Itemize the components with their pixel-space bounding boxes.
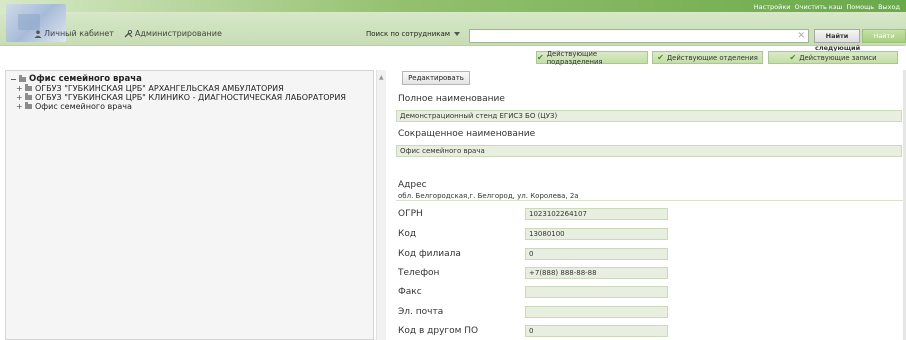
code-label: Код <box>398 229 417 239</box>
tree-node[interactable]: + ОГБУЗ "ГУБКИНСКАЯ ЦРБ" КЛИНИКО - ДИАГН… <box>10 93 346 102</box>
collapse-icon[interactable]: − <box>10 75 17 84</box>
expand-icon[interactable]: + <box>16 84 23 93</box>
org-tree: − Офис семейного врача + ОГБУЗ "ГУБКИНСК… <box>10 74 346 111</box>
code-field[interactable]: 13080100 <box>525 228 668 240</box>
clear-cache-link[interactable]: Очистить кэш <box>794 3 842 11</box>
other-software-code-field[interactable]: 0 <box>525 325 668 337</box>
user-nav: Личный кабинет Администрирование <box>34 29 222 38</box>
fax-field[interactable] <box>525 286 668 298</box>
find-previous-button[interactable]: Найти предыдущий <box>862 29 906 52</box>
tree-node-root[interactable]: − Офис семейного врача <box>10 74 346 84</box>
phone-label: Телефон <box>398 268 440 278</box>
active-records-label: Действующие записи <box>799 53 877 62</box>
active-subdivisions-toggle[interactable]: ✔ Действующие подразделения <box>536 49 648 66</box>
folder-icon <box>25 84 32 91</box>
search-type-select[interactable]: Поиск по сотрудникам <box>366 30 461 38</box>
folder-icon <box>25 102 32 109</box>
active-subdivisions-label: Действующие подразделения <box>546 49 603 66</box>
address-underline <box>396 200 904 201</box>
chevron-down-icon <box>454 32 461 36</box>
other-software-code-label: Код в другом ПО <box>398 326 479 336</box>
short-name-field[interactable]: Офис семейного врача <box>396 145 902 157</box>
active-departments-label: Действующие отделения <box>666 53 758 62</box>
person-icon <box>34 29 42 38</box>
help-link[interactable]: Помощь <box>846 3 874 11</box>
checkmark-icon: ✔ <box>657 53 664 62</box>
address-value[interactable]: обл. Белгородская,г. Белгород, ул. Корол… <box>398 192 579 200</box>
ogrn-field[interactable]: 1023102264107 <box>525 208 668 220</box>
logout-link[interactable]: Выход <box>878 3 900 11</box>
clear-search-icon[interactable]: ✕ <box>797 30 805 42</box>
settings-link[interactable]: Настройки <box>754 3 791 11</box>
top-links: Настройки Очистить кэш Помощь Выход <box>754 3 900 11</box>
active-records-toggle[interactable]: ✔ Действующие записи <box>768 51 898 64</box>
tree-node[interactable]: + Офис семейного врача <box>10 102 346 111</box>
branch-code-field[interactable]: 0 <box>525 248 668 260</box>
expand-icon[interactable]: + <box>16 102 23 111</box>
email-field[interactable] <box>525 306 668 318</box>
search-type-label: Поиск по сотрудникам <box>366 30 451 38</box>
folder-icon <box>25 93 32 100</box>
app-header: Настройки Очистить кэш Помощь Выход Личн… <box>0 0 906 52</box>
tree-node-label: ОГБУЗ "ГУБКИНСКАЯ ЦРБ" АРХАНГЕЛЬСКАЯ АМБ… <box>35 84 284 93</box>
tools-icon <box>124 29 133 37</box>
collapse-panel-icon[interactable]: ▲ <box>379 74 384 81</box>
full-name-field[interactable]: Демонстрационный стенд ЕГИСЗ БО (ЦУЗ) <box>396 110 902 122</box>
tree-node-label: Офис семейного врача <box>35 102 132 111</box>
nav-administration-label: Администрирование <box>134 29 222 38</box>
panel-splitter[interactable]: ▲ <box>376 70 386 340</box>
fax-label: Факс <box>398 287 422 297</box>
tree-node-label: Офис семейного врача <box>29 74 142 84</box>
nav-administration[interactable]: Администрирование <box>124 29 222 38</box>
nav-personal-cabinet-label: Личный кабинет <box>44 29 114 38</box>
nav-personal-cabinet[interactable]: Личный кабинет <box>34 29 114 38</box>
branch-code-label: Код филиала <box>398 249 461 259</box>
full-name-label: Полное наименование <box>398 94 505 104</box>
active-departments-toggle[interactable]: ✔ Действующие отделения <box>652 51 763 64</box>
email-label: Эл. почта <box>398 307 444 317</box>
org-tree-panel: − Офис семейного врача + ОГБУЗ "ГУБКИНСК… <box>5 70 374 340</box>
ogrn-label: ОГРН <box>398 209 423 219</box>
expand-icon[interactable]: + <box>16 93 23 102</box>
edit-button[interactable]: Редактировать <box>402 71 470 85</box>
folder-icon <box>19 74 26 82</box>
find-next-button[interactable]: Найти следующий <box>814 29 860 52</box>
short-name-label: Сокращенное наименование <box>398 129 536 139</box>
checkmark-icon: ✔ <box>789 53 797 62</box>
checkmark-icon: ✔ <box>537 53 544 62</box>
address-label: Адрес <box>398 180 427 190</box>
search-input[interactable]: ✕ <box>469 29 809 43</box>
tree-node[interactable]: + ОГБУЗ "ГУБКИНСКАЯ ЦРБ" АРХАНГЕЛЬСКАЯ А… <box>10 84 346 93</box>
phone-field[interactable]: +7(888) 888-88-88 <box>525 267 668 279</box>
tree-node-label: ОГБУЗ "ГУБКИНСКАЯ ЦРБ" КЛИНИКО - ДИАГНОС… <box>35 93 346 102</box>
